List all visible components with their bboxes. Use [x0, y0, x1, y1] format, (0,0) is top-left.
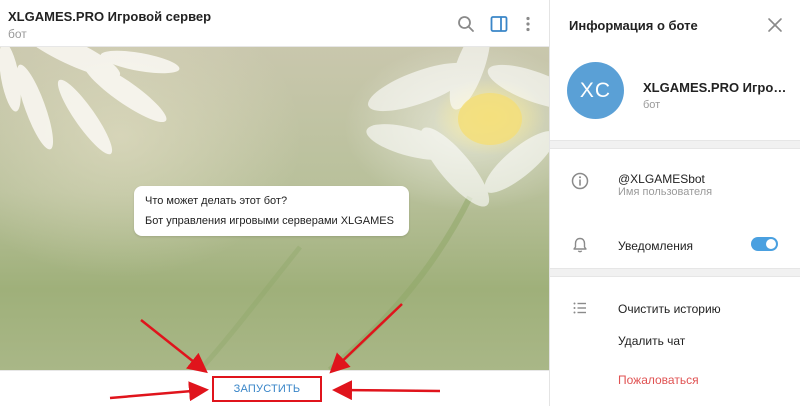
chat-area: XLGAMES.PRO Игровой сервер бот Что может… [0, 0, 549, 406]
more-vertical-icon[interactable] [518, 14, 538, 34]
avatar[interactable]: XC [567, 62, 624, 119]
close-icon[interactable] [767, 17, 783, 33]
start-button[interactable]: ЗАПУСТИТЬ [212, 376, 322, 402]
notifications-toggle[interactable] [751, 237, 778, 251]
bot-status: бот [643, 99, 661, 111]
clear-history-item[interactable]: Очистить историю [618, 302, 721, 316]
chat-title: XLGAMES.PRO Игровой сервер [8, 9, 212, 24]
notifications-label: Уведомления [618, 239, 694, 253]
panel-header: Информация о боте [550, 0, 800, 50]
section-divider [550, 140, 800, 149]
bot-description-bubble: Что может делать этот бот? Бот управлени… [134, 186, 409, 236]
bot-description-text: Бот управления игровыми серверами XLGAME… [145, 215, 394, 227]
sidebar-toggle-icon[interactable] [489, 14, 509, 34]
bot-description-title: Что может делать этот бот? [145, 195, 288, 207]
chat-status: бот [8, 27, 27, 41]
chat-header: XLGAMES.PRO Игровой сервер бот [0, 0, 549, 47]
username-label: Имя пользователя [618, 186, 713, 198]
report-item[interactable]: Пожаловаться [618, 373, 699, 387]
bot-name: XLGAMES.PRO Игровой сервер [643, 80, 788, 95]
bell-icon [571, 236, 589, 254]
list-icon [571, 299, 589, 317]
search-icon[interactable] [456, 14, 476, 34]
delete-chat-item[interactable]: Удалить чат [618, 334, 685, 348]
info-icon [571, 172, 589, 190]
bot-info-panel: Информация о боте XC XLGAMES.PRO Игровой… [549, 0, 800, 406]
bot-profile: XC XLGAMES.PRO Игровой сервер бот [550, 50, 800, 140]
panel-title: Информация о боте [569, 18, 698, 33]
toggle-knob [766, 239, 776, 249]
section-divider [550, 268, 800, 277]
username[interactable]: @XLGAMESbot [618, 172, 705, 186]
